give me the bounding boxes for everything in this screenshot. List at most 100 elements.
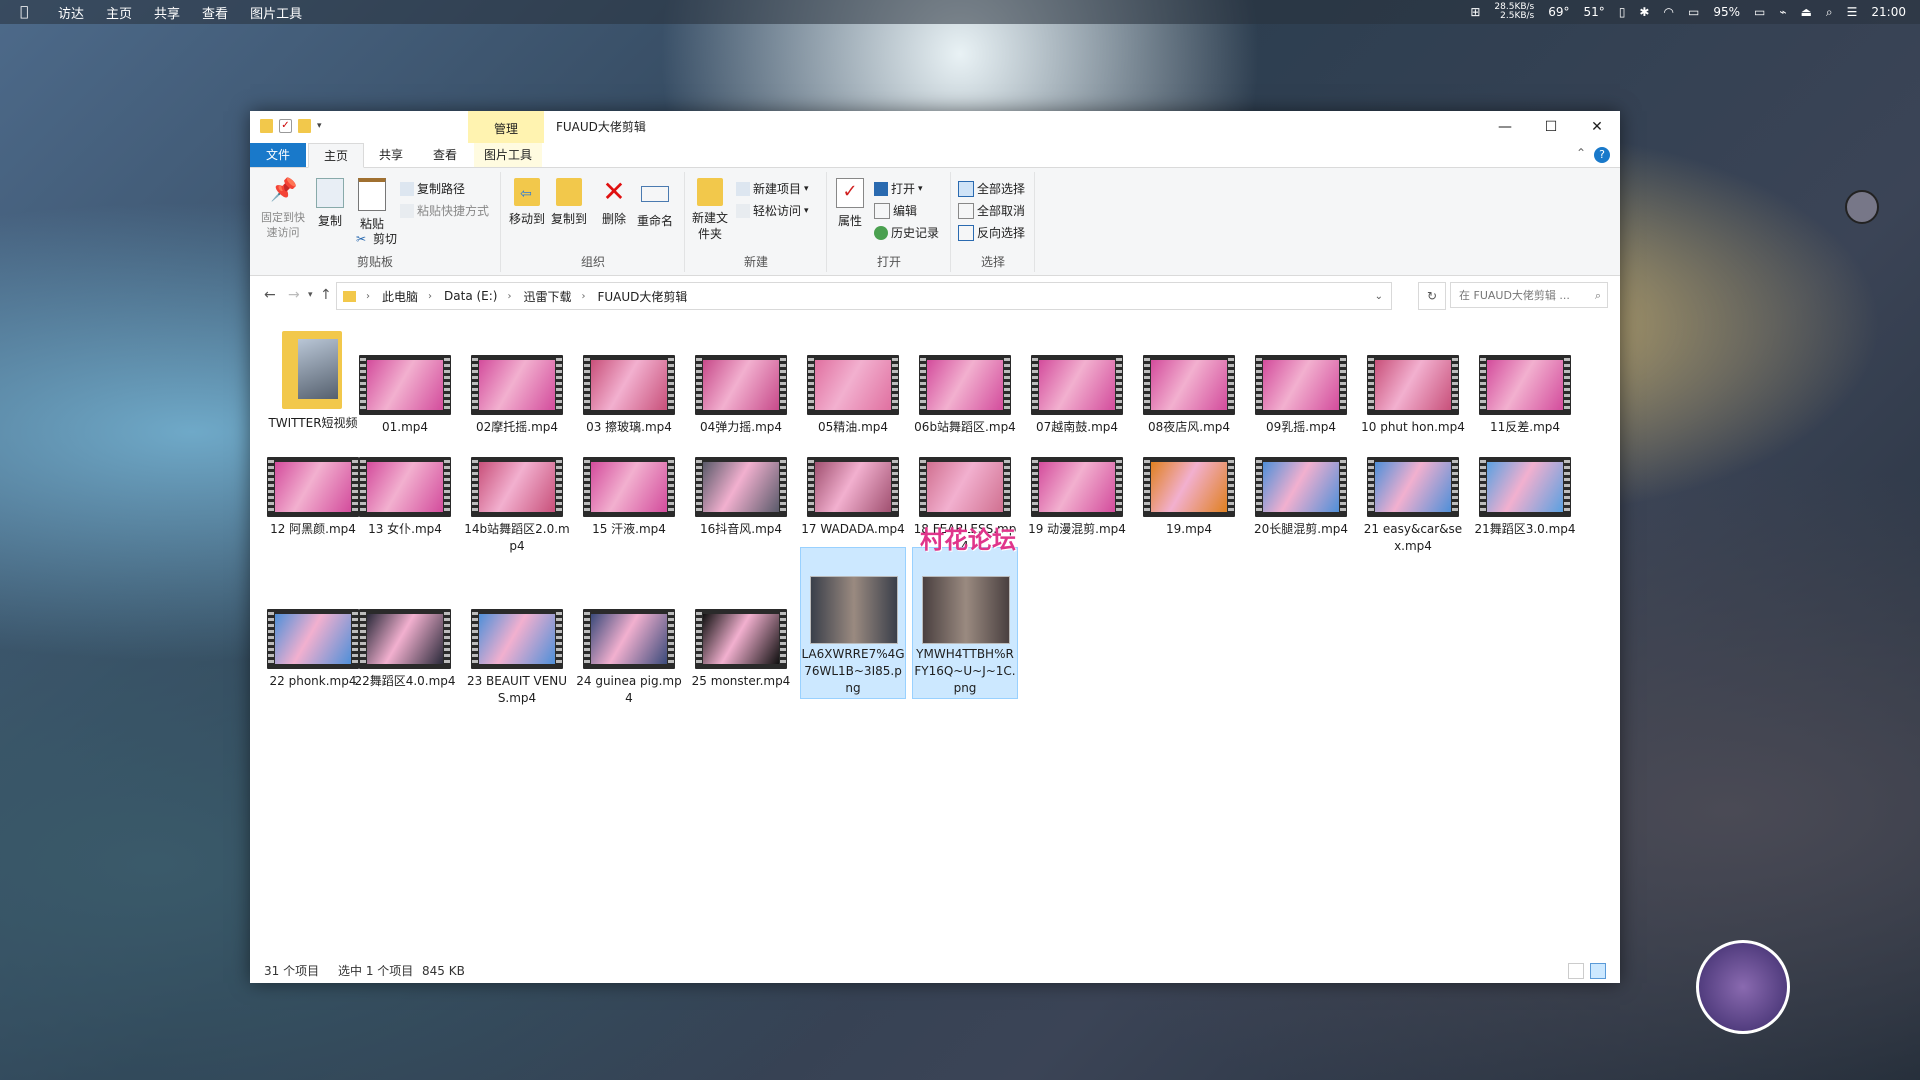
properties-icon[interactable]: ✓ — [279, 119, 292, 133]
search-box[interactable]: 在 FUAUD大佬剪辑 ... ⌕ — [1450, 282, 1608, 308]
file-item[interactable]: 22 phonk.mp4 — [260, 579, 366, 690]
tab-file[interactable]: 文件 — [250, 143, 306, 167]
select-none-button[interactable]: 全部取消 — [958, 202, 1025, 219]
paste-button[interactable]: 粘贴 — [354, 178, 390, 232]
easy-access-button[interactable]: 轻松访问 ▾ — [736, 202, 809, 219]
tab-view[interactable]: 查看 — [418, 143, 472, 167]
tab-share[interactable]: 共享 — [364, 143, 418, 167]
collapse-ribbon-icon[interactable]: ⌃ — [1576, 146, 1586, 160]
apple-icon[interactable]:  — [20, 4, 38, 20]
minimize-button[interactable]: — — [1482, 111, 1528, 143]
breadcrumb-current[interactable]: FUAUD大佬剪辑 — [598, 288, 688, 305]
file-item[interactable]: 19.mp4 — [1136, 427, 1242, 538]
context-tab-manage[interactable]: 管理 — [468, 111, 544, 143]
file-item[interactable]: 25 monster.mp4 — [688, 579, 794, 690]
file-item[interactable]: 20长腿混剪.mp4 — [1248, 427, 1354, 538]
tab-picture-tools[interactable]: 图片工具 — [474, 143, 542, 167]
desktop-widget-icon[interactable] — [1845, 190, 1879, 224]
help-icon[interactable]: ? — [1594, 147, 1610, 163]
file-item[interactable]: 13 女仆.mp4 — [352, 427, 458, 538]
breadcrumb-downloads[interactable]: 迅雷下载 — [523, 288, 571, 305]
file-item[interactable]: 03 擦玻璃.mp4 — [576, 325, 682, 436]
breadcrumb-sep-icon[interactable]: › — [428, 291, 432, 302]
invert-selection-button[interactable]: 反向选择 — [958, 224, 1025, 241]
battery-icon[interactable]: ▭ — [1754, 5, 1765, 19]
file-item[interactable]: LA6XWRRE7%4G76WL1B~3I85.png — [800, 547, 906, 699]
breadcrumb-sep-icon[interactable]: › — [582, 291, 586, 302]
new-folder-icon[interactable] — [298, 119, 311, 133]
wifi-icon[interactable]: ◠ — [1663, 5, 1673, 19]
select-all-button[interactable]: 全部选择 — [958, 180, 1025, 197]
breadcrumb-data-drive[interactable]: Data (E:) — [444, 289, 497, 303]
file-item[interactable]: 05精油.mp4 — [800, 325, 906, 436]
breadcrumb-sep-icon[interactable]: › — [507, 291, 511, 302]
spotlight-icon[interactable]: ⌕ — [1826, 5, 1833, 20]
bluetooth-icon[interactable]: ✱ — [1639, 5, 1649, 19]
close-button[interactable]: ✕ — [1574, 111, 1620, 143]
tab-home[interactable]: 主页 — [308, 143, 364, 168]
new-folder-button[interactable]: 新建文件夹 — [690, 178, 730, 242]
new-item-button[interactable]: 新建项目 ▾ — [736, 180, 809, 197]
recent-dropdown-icon[interactable]: ▾ — [308, 290, 313, 300]
rename-button[interactable]: 重命名 — [634, 178, 676, 229]
large-icons-view-icon[interactable] — [1590, 963, 1606, 979]
phone-icon[interactable]: ▯ — [1619, 5, 1626, 19]
file-item[interactable]: 08夜店风.mp4 — [1136, 325, 1242, 436]
maximize-button[interactable]: ☐ — [1528, 111, 1574, 143]
file-item[interactable]: 17 WADADA.mp4 — [800, 427, 906, 538]
file-item[interactable]: 22舞蹈区4.0.mp4 — [352, 579, 458, 690]
copy-button[interactable]: 复制 — [312, 178, 348, 229]
file-item[interactable]: 21舞蹈区3.0.mp4 — [1472, 427, 1578, 538]
address-box[interactable]: › 此电脑 › Data (E:) › 迅雷下载 › FUAUD大佬剪辑 ⌄ — [336, 282, 1392, 310]
file-item[interactable]: 15 汗液.mp4 — [576, 427, 682, 538]
address-dropdown-icon[interactable]: ⌄ — [1375, 291, 1383, 302]
menu-home[interactable]: 主页 — [106, 3, 132, 22]
control-center-icon[interactable]: ☰ — [1847, 5, 1858, 19]
breadcrumb-this-pc[interactable]: 此电脑 — [382, 288, 418, 305]
file-item[interactable]: 01.mp4 — [352, 325, 458, 436]
file-item[interactable]: 04弹力摇.mp4 — [688, 325, 794, 436]
status-app-icon[interactable]: ⊞ — [1470, 5, 1480, 19]
file-item[interactable]: 07越南鼓.mp4 — [1024, 325, 1130, 436]
avatar[interactable] — [1696, 940, 1790, 1034]
display-icon[interactable]: ▭ — [1688, 5, 1699, 19]
properties-button[interactable]: ✓ 属性 — [832, 178, 868, 229]
file-item[interactable]: 24 guinea pig.mp4 — [576, 579, 682, 707]
copy-to-button[interactable]: 复制到 — [548, 178, 590, 227]
menu-share[interactable]: 共享 — [154, 3, 180, 22]
cut-button[interactable]: ✂ 剪切 — [356, 230, 397, 247]
details-view-icon[interactable] — [1568, 963, 1584, 979]
file-item[interactable]: 06b站舞蹈区.mp4 — [912, 325, 1018, 436]
paste-shortcut-button[interactable]: 粘贴快捷方式 — [400, 202, 489, 219]
breadcrumb-sep-icon[interactable]: › — [366, 291, 370, 302]
file-item[interactable]: 21 easy&car&sex.mp4 — [1360, 427, 1466, 555]
search-icon[interactable]: ⌕ — [1595, 283, 1601, 309]
file-item[interactable]: 02摩托摇.mp4 — [464, 325, 570, 436]
file-item[interactable]: 10 phut hon.mp4 — [1360, 325, 1466, 436]
file-item[interactable]: 09乳摇.mp4 — [1248, 325, 1354, 436]
file-item[interactable]: 14b站舞蹈区2.0.mp4 — [464, 427, 570, 555]
folder-item[interactable]: TWITTER短视频 — [260, 325, 366, 432]
menu-view[interactable]: 查看 — [202, 3, 228, 22]
file-item[interactable]: 19 动漫混剪.mp4 — [1024, 427, 1130, 538]
file-item[interactable]: 23 BEAUIT VENUS.mp4 — [464, 579, 570, 707]
forward-arrow-icon[interactable]: → — [288, 287, 300, 303]
menu-picture-tools[interactable]: 图片工具 — [250, 3, 302, 22]
qat-dropdown-icon[interactable]: ▾ — [317, 121, 322, 131]
move-to-button[interactable]: ⇦ 移动到 — [506, 178, 548, 227]
file-item[interactable]: YMWH4TTBH%RFY16Q~U~J~1C.png — [912, 547, 1018, 699]
file-item[interactable]: 11反差.mp4 — [1472, 325, 1578, 436]
open-button[interactable]: 打开 ▾ — [874, 180, 923, 197]
copy-path-button[interactable]: 复制路径 — [400, 180, 465, 197]
menu-finder[interactable]: 访达 — [58, 3, 84, 22]
mute-icon[interactable]: ⌁ — [1779, 5, 1786, 19]
back-arrow-icon[interactable]: ← — [264, 287, 276, 303]
up-arrow-icon[interactable]: ↑ — [320, 287, 332, 303]
file-item[interactable]: 16抖音风.mp4 — [688, 427, 794, 538]
history-button[interactable]: 历史记录 — [874, 224, 939, 241]
eject-icon[interactable]: ⏏ — [1801, 5, 1812, 19]
edit-button[interactable]: 编辑 — [874, 202, 917, 219]
delete-button[interactable]: ✕ 删除 — [598, 178, 630, 227]
refresh-button[interactable]: ↻ — [1418, 282, 1446, 310]
file-item[interactable]: 12 阿黑颜.mp4 — [260, 427, 366, 538]
